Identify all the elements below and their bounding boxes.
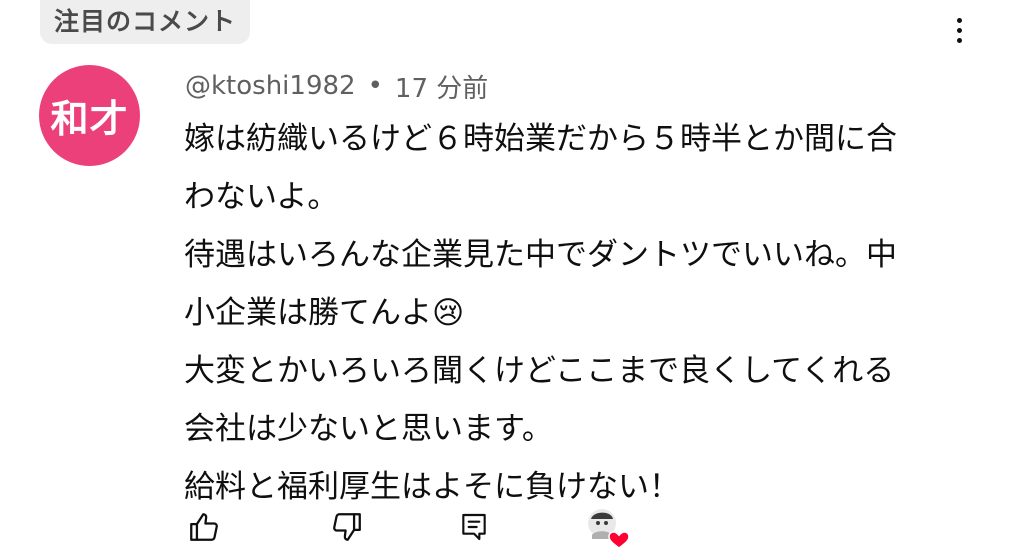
avatar[interactable]: 和才 <box>39 65 140 166</box>
meta-separator: • <box>367 71 383 101</box>
more-vert-icon[interactable] <box>944 10 974 50</box>
comment-actions <box>0 505 1024 555</box>
comment-author[interactable]: @ktoshi1982 <box>185 71 356 101</box>
comment-line: 大変とかいろいろ聞くけどここまで良くしてくれる <box>184 353 895 389</box>
comment-body: 嫁は紡織いるけど６時始業だから５時半とか間に合 わないよ。 待遇はいろんな企業見… <box>184 110 974 516</box>
dislike-button[interactable] <box>325 505 369 549</box>
comment-line: 会社は少ないと思います。 <box>184 411 553 447</box>
comment-meta: @ktoshi1982 • 17 分前 <box>185 66 488 106</box>
thumb-up-icon <box>190 513 218 541</box>
comment-reply-icon <box>462 513 486 541</box>
creator-heart-icon <box>588 509 630 549</box>
featured-comment-chip[interactable]: 注目のコメント <box>40 0 251 44</box>
thumb-down-icon <box>333 513 361 541</box>
featured-comment-label: 注目のコメント <box>54 7 237 36</box>
comment-timestamp[interactable]: 17 分前 <box>395 68 488 105</box>
creator-heart[interactable] <box>582 505 632 549</box>
comment-line: 待遇はいろんな企業見た中でダントツでいいね。中 <box>184 237 897 273</box>
comment-line: 嫁は紡織いるけど６時始業だから５時半とか間に合 <box>184 121 897 157</box>
comment-line: 小企業は勝てんよ😢 <box>184 295 465 331</box>
comment-line: わないよ。 <box>184 179 339 215</box>
reply-button[interactable] <box>452 505 496 549</box>
like-button[interactable] <box>182 505 226 549</box>
avatar-initials: 和才 <box>50 97 129 141</box>
